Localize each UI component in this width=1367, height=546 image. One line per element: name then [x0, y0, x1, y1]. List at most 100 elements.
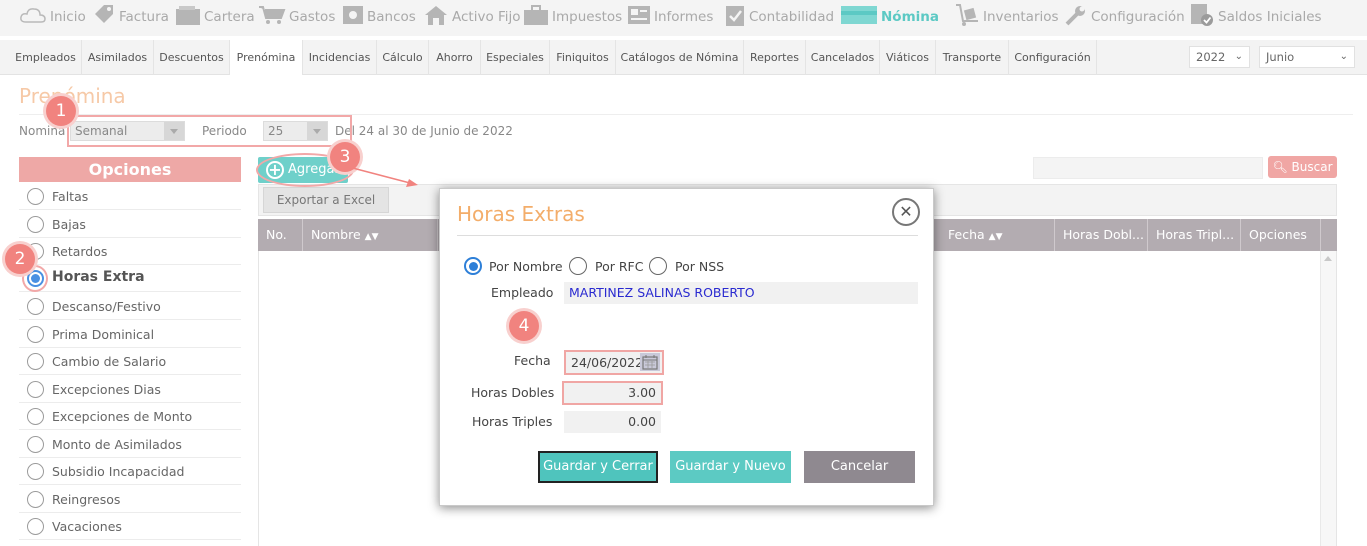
- tab-calculo[interactable]: Cálculo: [377, 40, 429, 75]
- radio-button[interactable]: [27, 326, 44, 343]
- option-prima-dominical[interactable]: Prima Dominical: [19, 321, 241, 348]
- radio-por-nombre[interactable]: [464, 257, 482, 275]
- menu-label: Configuración: [1091, 9, 1185, 25]
- radio-button[interactable]: [27, 408, 44, 425]
- month-select[interactable]: Junio ⌄: [1259, 46, 1355, 68]
- menu-label: Impuestos: [552, 9, 623, 25]
- menu-label: Nómina: [881, 9, 939, 25]
- option-label: Cambio de Salario: [52, 354, 167, 369]
- empleado-field[interactable]: MARTINEZ SALINAS ROBERTO: [564, 282, 918, 304]
- horas-triples-input[interactable]: 0.00: [564, 411, 661, 433]
- option-excepciones-dias[interactable]: Excepciones Dias: [19, 376, 241, 403]
- vertical-scrollbar[interactable]: [1320, 251, 1336, 546]
- column-label: No.: [266, 227, 287, 242]
- radio-label: Por Nombre: [489, 259, 563, 274]
- tab-finiquitos[interactable]: Finiquitos: [550, 40, 616, 75]
- menu-impuestos[interactable]: Impuestos: [523, 0, 622, 34]
- fecha-label: Fecha: [514, 353, 551, 368]
- column-header-horas-triples[interactable]: Horas Tripl...: [1148, 219, 1241, 251]
- radio-button[interactable]: [27, 216, 44, 233]
- column-header-horas-dobles[interactable]: Horas Dobl...: [1055, 219, 1148, 251]
- tab-transporte[interactable]: Transporte: [936, 40, 1009, 75]
- tab-incidencias[interactable]: Incidencias: [303, 40, 377, 75]
- radio-button[interactable]: [27, 436, 44, 453]
- menu-configuracion[interactable]: Configuración: [1064, 0, 1185, 34]
- option-label: Prima Dominical: [52, 327, 155, 342]
- safe-icon: [342, 4, 364, 30]
- tab-asimilados[interactable]: Asimilados: [82, 40, 154, 75]
- sub-navigation: Empleados Asimilados Descuentos Prenómin…: [0, 40, 1367, 75]
- year-select[interactable]: 2022 ⌄: [1189, 46, 1250, 68]
- tab-descuentos[interactable]: Descuentos: [154, 40, 230, 75]
- horas-dobles-label: Horas Dobles: [471, 385, 555, 400]
- sort-icon: ▲▼: [988, 232, 1003, 242]
- tab-cancelados[interactable]: Cancelados: [806, 40, 880, 75]
- option-subsidio-incapacidad[interactable]: Subsidio Incapacidad: [19, 458, 241, 485]
- cancel-button[interactable]: Cancelar: [804, 451, 915, 483]
- tab-especiales[interactable]: Especiales: [481, 40, 550, 75]
- menu-inicio[interactable]: Inicio: [19, 0, 86, 34]
- tab-empleados[interactable]: Empleados: [10, 40, 82, 75]
- tab-prenomina[interactable]: Prenómina: [230, 40, 303, 75]
- option-descanso-festivo[interactable]: Descanso/Festivo: [19, 293, 241, 320]
- option-label: Horas Extra: [52, 269, 145, 285]
- radio-button[interactable]: [27, 353, 44, 370]
- radio-button[interactable]: [27, 518, 44, 535]
- tab-catalogos-nomina[interactable]: Catálogos de Nómina: [616, 40, 744, 75]
- export-excel-button[interactable]: Exportar a Excel: [263, 187, 389, 213]
- menu-factura[interactable]: Factura: [92, 0, 169, 34]
- close-button[interactable]: ✕: [892, 198, 920, 226]
- horas-dobles-input[interactable]: 3.00: [562, 381, 663, 405]
- tag-icon: [92, 4, 116, 30]
- radio-button[interactable]: [27, 188, 44, 205]
- menu-nomina[interactable]: Nómina: [840, 0, 939, 34]
- radio-por-nss[interactable]: [649, 257, 667, 275]
- search-input[interactable]: [1033, 157, 1263, 179]
- option-cambio-salario[interactable]: Cambio de Salario: [19, 348, 241, 375]
- period-range-text: Del 24 al 30 de Junio de 2022: [335, 124, 513, 138]
- tab-reportes[interactable]: Reportes: [744, 40, 806, 75]
- document-check-icon: [1189, 3, 1215, 31]
- save-new-button[interactable]: Guardar y Nuevo: [670, 451, 791, 483]
- option-label: Retardos: [52, 244, 108, 259]
- radio-button[interactable]: [27, 298, 44, 315]
- menu-activo-fijo[interactable]: Activo Fijo: [423, 0, 521, 34]
- menu-bancos[interactable]: Bancos: [342, 0, 416, 34]
- option-reingresos[interactable]: Reingresos: [19, 486, 241, 513]
- calendar-icon[interactable]: [640, 353, 660, 371]
- option-vacaciones[interactable]: Vacaciones: [19, 513, 241, 540]
- menu-informes[interactable]: Informes: [627, 0, 713, 34]
- menu-saldos-iniciales[interactable]: Saldos Iniciales: [1189, 0, 1322, 34]
- option-retardos[interactable]: Retardos: [19, 238, 241, 265]
- menu-gastos[interactable]: Gastos: [258, 0, 335, 34]
- option-faltas[interactable]: Faltas: [19, 183, 241, 210]
- briefcase-icon: [523, 4, 549, 30]
- search-button[interactable]: 🔍︎ Buscar: [1268, 156, 1337, 178]
- column-header-no[interactable]: No.: [258, 219, 303, 251]
- column-label: Nombre: [311, 227, 361, 242]
- column-label: Fecha: [948, 227, 985, 242]
- option-horas-extra[interactable]: Horas Extra: [19, 265, 241, 292]
- radio-button[interactable]: [27, 381, 44, 398]
- highlight-frame: [67, 115, 352, 147]
- menu-inventarios[interactable]: Inventarios: [954, 0, 1059, 34]
- column-header-opciones[interactable]: Opciones: [1241, 219, 1321, 251]
- column-header-fecha[interactable]: Fecha ▲▼: [940, 219, 1055, 251]
- tab-configuracion[interactable]: Configuración: [1009, 40, 1097, 75]
- option-bajas[interactable]: Bajas: [19, 211, 241, 238]
- menu-contabilidad[interactable]: Contabilidad: [724, 0, 834, 34]
- radio-button[interactable]: [27, 463, 44, 480]
- option-monto-asimilados[interactable]: Monto de Asimilados: [19, 431, 241, 458]
- tab-viaticos[interactable]: Viáticos: [880, 40, 936, 75]
- column-header-nombre[interactable]: Nombre ▲▼: [303, 219, 438, 251]
- tab-ahorro[interactable]: Ahorro: [429, 40, 481, 75]
- radio-por-rfc[interactable]: [569, 257, 587, 275]
- save-close-button[interactable]: Guardar y Cerrar: [538, 451, 658, 483]
- radio-button[interactable]: [27, 491, 44, 508]
- dialog-title: Horas Extras: [457, 202, 585, 226]
- scroll-up-arrow-icon[interactable]: [1324, 256, 1332, 261]
- wrench-icon: [1064, 3, 1088, 31]
- option-excepciones-monto[interactable]: Excepciones de Monto: [19, 403, 241, 430]
- chevron-down-icon: ⌄: [1339, 51, 1348, 62]
- menu-cartera[interactable]: Cartera: [175, 0, 255, 34]
